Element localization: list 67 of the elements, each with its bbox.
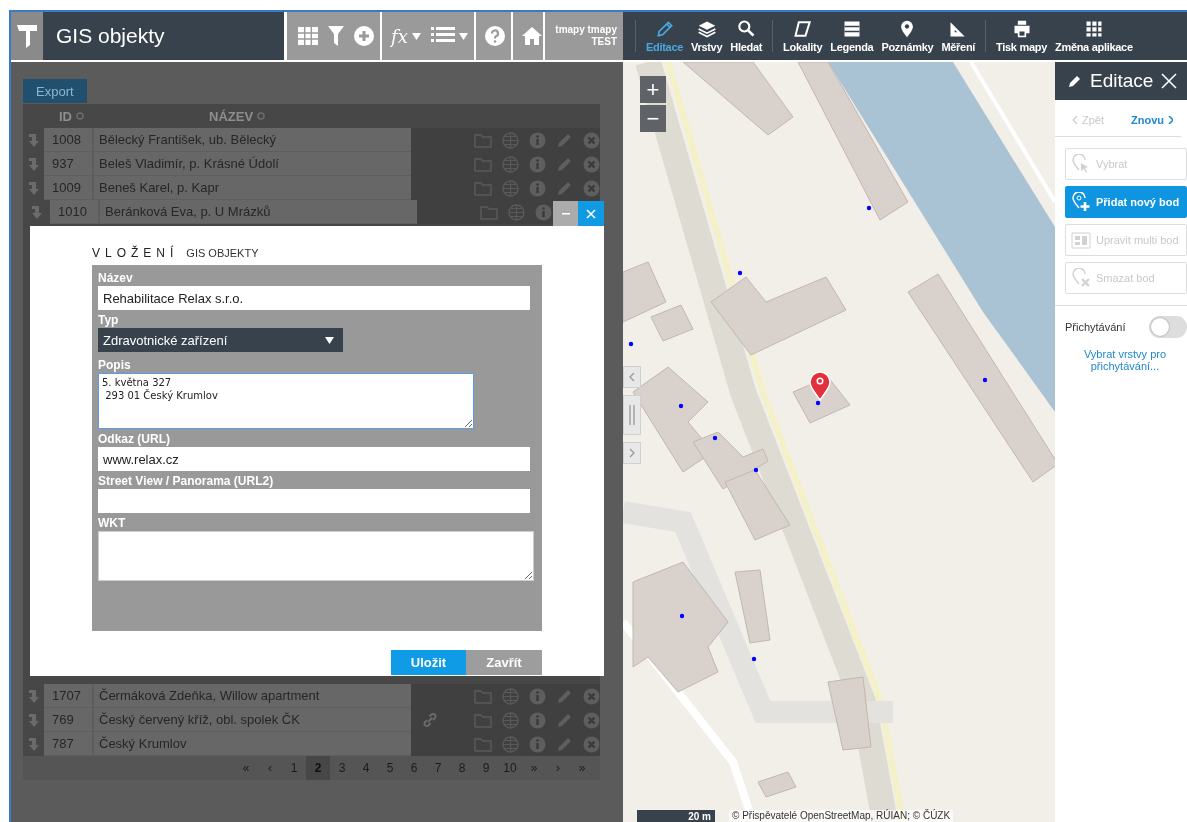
map-tool-button[interactable]: Měření bbox=[937, 19, 980, 53]
map-tool-button[interactable]: Editace bbox=[642, 19, 688, 53]
close-button[interactable]: Zavřít bbox=[466, 650, 542, 675]
table-cell: Beneš Karel, p. Kapr bbox=[92, 176, 411, 200]
field-label: Street View / Panorama (URL2) bbox=[98, 474, 274, 489]
save-button[interactable]: Uložit bbox=[391, 650, 466, 675]
map-tool-button[interactable]: Vrstvy bbox=[687, 19, 727, 53]
page-link[interactable]: » bbox=[522, 756, 546, 780]
page-link[interactable]: 1 bbox=[282, 756, 306, 780]
page-link[interactable]: » bbox=[570, 756, 594, 780]
page-link[interactable]: « bbox=[234, 756, 258, 780]
table-cell: 1009 bbox=[44, 176, 92, 200]
table-cell: Bělecký František, ub. Bělecký bbox=[92, 128, 411, 152]
field-label: Název bbox=[98, 271, 133, 286]
app-title: GIS objekty bbox=[43, 12, 287, 60]
page-link[interactable]: ‹ bbox=[258, 756, 282, 780]
map-attribution: © Přispěvatelé OpenStreetMap, RÚIAN; © ČÚZK bbox=[729, 810, 954, 822]
map-tool-button[interactable]: Lokality bbox=[779, 19, 827, 53]
map-tool-button[interactable]: Hledat bbox=[726, 19, 767, 53]
map-tool-button[interactable]: Změna aplikace bbox=[1051, 19, 1137, 53]
function-button[interactable]: fx bbox=[386, 12, 426, 60]
scale-bar: 20 m bbox=[637, 810, 715, 822]
text-area[interactable]: 5. května 327 293 01 Český Krumlov bbox=[98, 373, 474, 429]
snap-layers-link[interactable]: Vybrat vrstvy pro přichytávání... bbox=[1055, 348, 1187, 372]
field-label: Popis bbox=[98, 358, 131, 373]
input-field[interactable]: www.relax.cz bbox=[98, 447, 530, 471]
table-cell: Beleš Vladimír, p. Krásné Údolí bbox=[92, 152, 411, 176]
field-label: WKT bbox=[98, 516, 126, 531]
field-label: Typ bbox=[98, 313, 119, 328]
table-cell: Beránková Eva, p. U Mrázků bbox=[98, 200, 417, 224]
table-cell: 1010 bbox=[50, 200, 98, 224]
page-link[interactable]: 7 bbox=[426, 756, 450, 780]
page-link[interactable]: 2 bbox=[306, 756, 330, 780]
table-cell: 769 bbox=[44, 708, 92, 732]
map-tool-button[interactable]: Legenda bbox=[826, 19, 878, 53]
column-header[interactable]: ID bbox=[53, 108, 209, 124]
page-link[interactable]: 8 bbox=[450, 756, 474, 780]
table-cell: Čermáková Zdeňka, Willow apartment bbox=[92, 684, 411, 708]
page-link[interactable]: 4 bbox=[354, 756, 378, 780]
table-cell: 1008 bbox=[44, 128, 92, 152]
map-tool-button[interactable]: Poznámky bbox=[877, 19, 938, 53]
table-cell: Český červený kříž, obl. spolek ČK bbox=[92, 708, 411, 732]
zoom-out-button[interactable]: − bbox=[640, 105, 666, 132]
table-cell: 1707 bbox=[44, 684, 92, 708]
input-field[interactable]: Rehabilitace Relax s.r.o. bbox=[98, 286, 530, 310]
user-menu[interactable]: tmapy tmapy TEST bbox=[543, 12, 623, 60]
column-header[interactable]: NÁZEV bbox=[209, 108, 266, 124]
user-name: tmapy tmapy bbox=[555, 24, 617, 36]
dialog-subtitle: GIS OBJEKTY bbox=[186, 247, 259, 259]
snapping-label: Přichytávání bbox=[1065, 321, 1126, 333]
page-link[interactable]: 10 bbox=[498, 756, 522, 780]
type-dropdown[interactable]: Zdravotnické zařízení bbox=[98, 328, 343, 352]
field-label: Odkaz (URL) bbox=[98, 432, 170, 447]
export-button[interactable]: Export bbox=[23, 79, 87, 103]
page-link[interactable]: 3 bbox=[330, 756, 354, 780]
page-link[interactable]: 5 bbox=[378, 756, 402, 780]
panel-title: Editace bbox=[1090, 70, 1154, 92]
map-tool-button[interactable]: Tisk mapy bbox=[992, 19, 1051, 53]
redo-button[interactable]: Znovu bbox=[1131, 114, 1173, 126]
table-cell: Český Krumlov bbox=[92, 732, 411, 756]
environment-label: TEST bbox=[591, 36, 617, 48]
table-cell: 787 bbox=[44, 732, 92, 756]
zoom-in-button[interactable]: + bbox=[640, 76, 666, 103]
table-cell: 937 bbox=[44, 152, 92, 176]
edit-tool-button[interactable]: Přidat nový bod bbox=[1065, 186, 1187, 218]
page-link[interactable]: › bbox=[546, 756, 570, 780]
dialog-title: VLOŽENÍ bbox=[92, 246, 179, 260]
